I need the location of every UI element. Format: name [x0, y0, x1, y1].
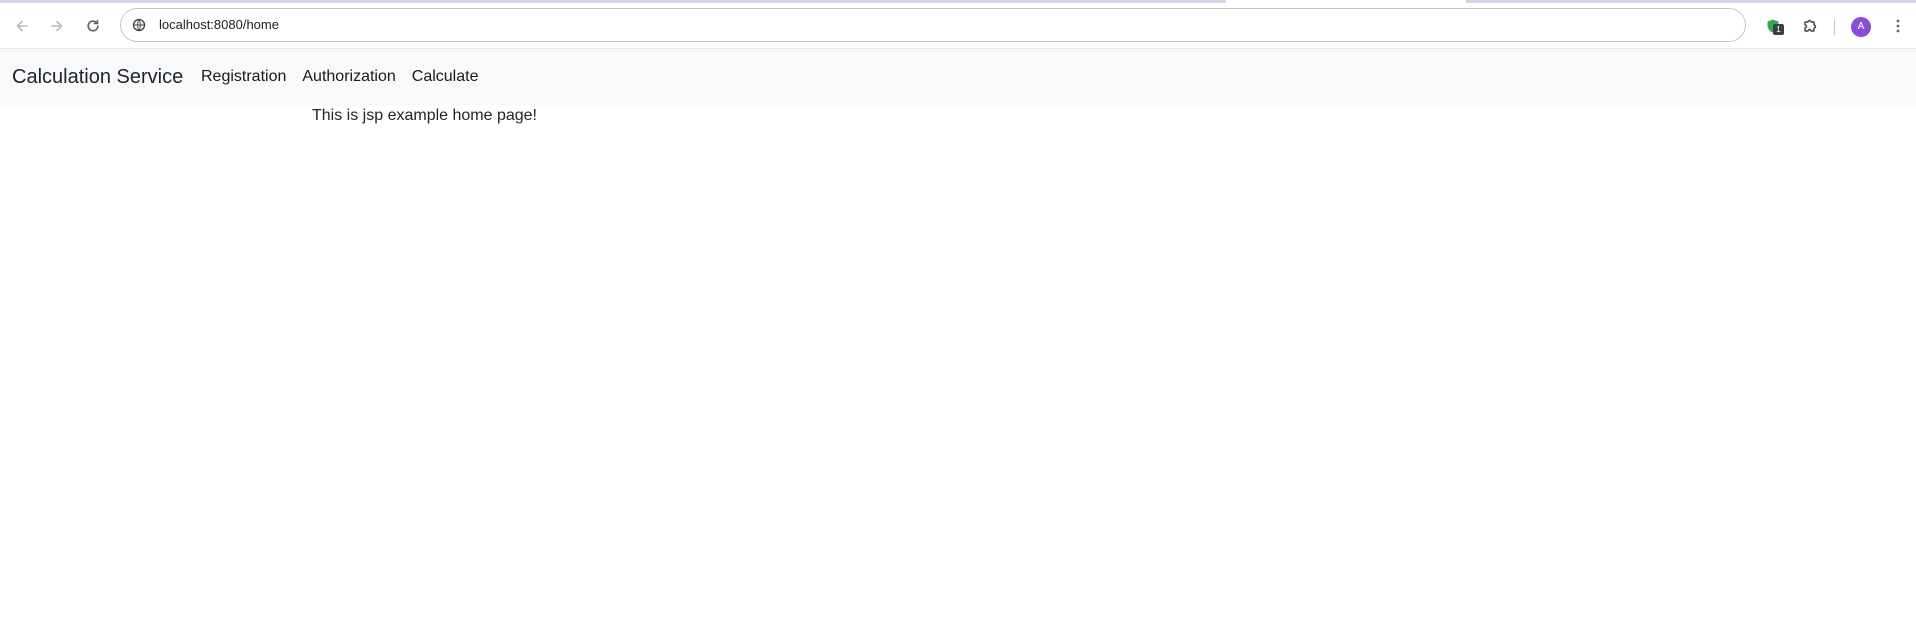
address-bar[interactable] — [120, 8, 1746, 42]
site-navbar: Calculation Service Registration Authori… — [0, 49, 1916, 105]
back-button[interactable] — [7, 11, 37, 41]
profile-avatar[interactable]: A — [1851, 17, 1871, 37]
extension-badge: 1 — [1773, 24, 1784, 35]
nav-link-authorization[interactable]: Authorization — [294, 68, 403, 86]
puzzle-extensions-icon — [1802, 18, 1818, 34]
site-info-icon[interactable] — [129, 15, 149, 35]
home-message: This is jsp example home page! — [312, 107, 537, 124]
shield-extension-button[interactable]: 1 — [1760, 13, 1786, 39]
nav-link-registration[interactable]: Registration — [193, 68, 294, 86]
nav-link-calculate[interactable]: Calculate — [404, 68, 487, 86]
brand-link[interactable]: Calculation Service — [12, 49, 183, 105]
nav-links: Registration Authorization Calculate — [193, 49, 486, 105]
url-input[interactable] — [157, 9, 1557, 41]
forward-button[interactable] — [42, 11, 72, 41]
kebab-menu-icon — [1890, 18, 1906, 34]
extensions-button[interactable] — [1797, 13, 1823, 39]
forward-arrow-icon — [49, 18, 65, 34]
browser-toolbar: 1 A — [0, 3, 1916, 49]
reload-button[interactable] — [78, 11, 108, 41]
browser-menu-button[interactable] — [1884, 11, 1912, 41]
back-arrow-icon — [14, 18, 30, 34]
reload-icon — [85, 18, 101, 34]
toolbar-separator — [1834, 19, 1835, 35]
